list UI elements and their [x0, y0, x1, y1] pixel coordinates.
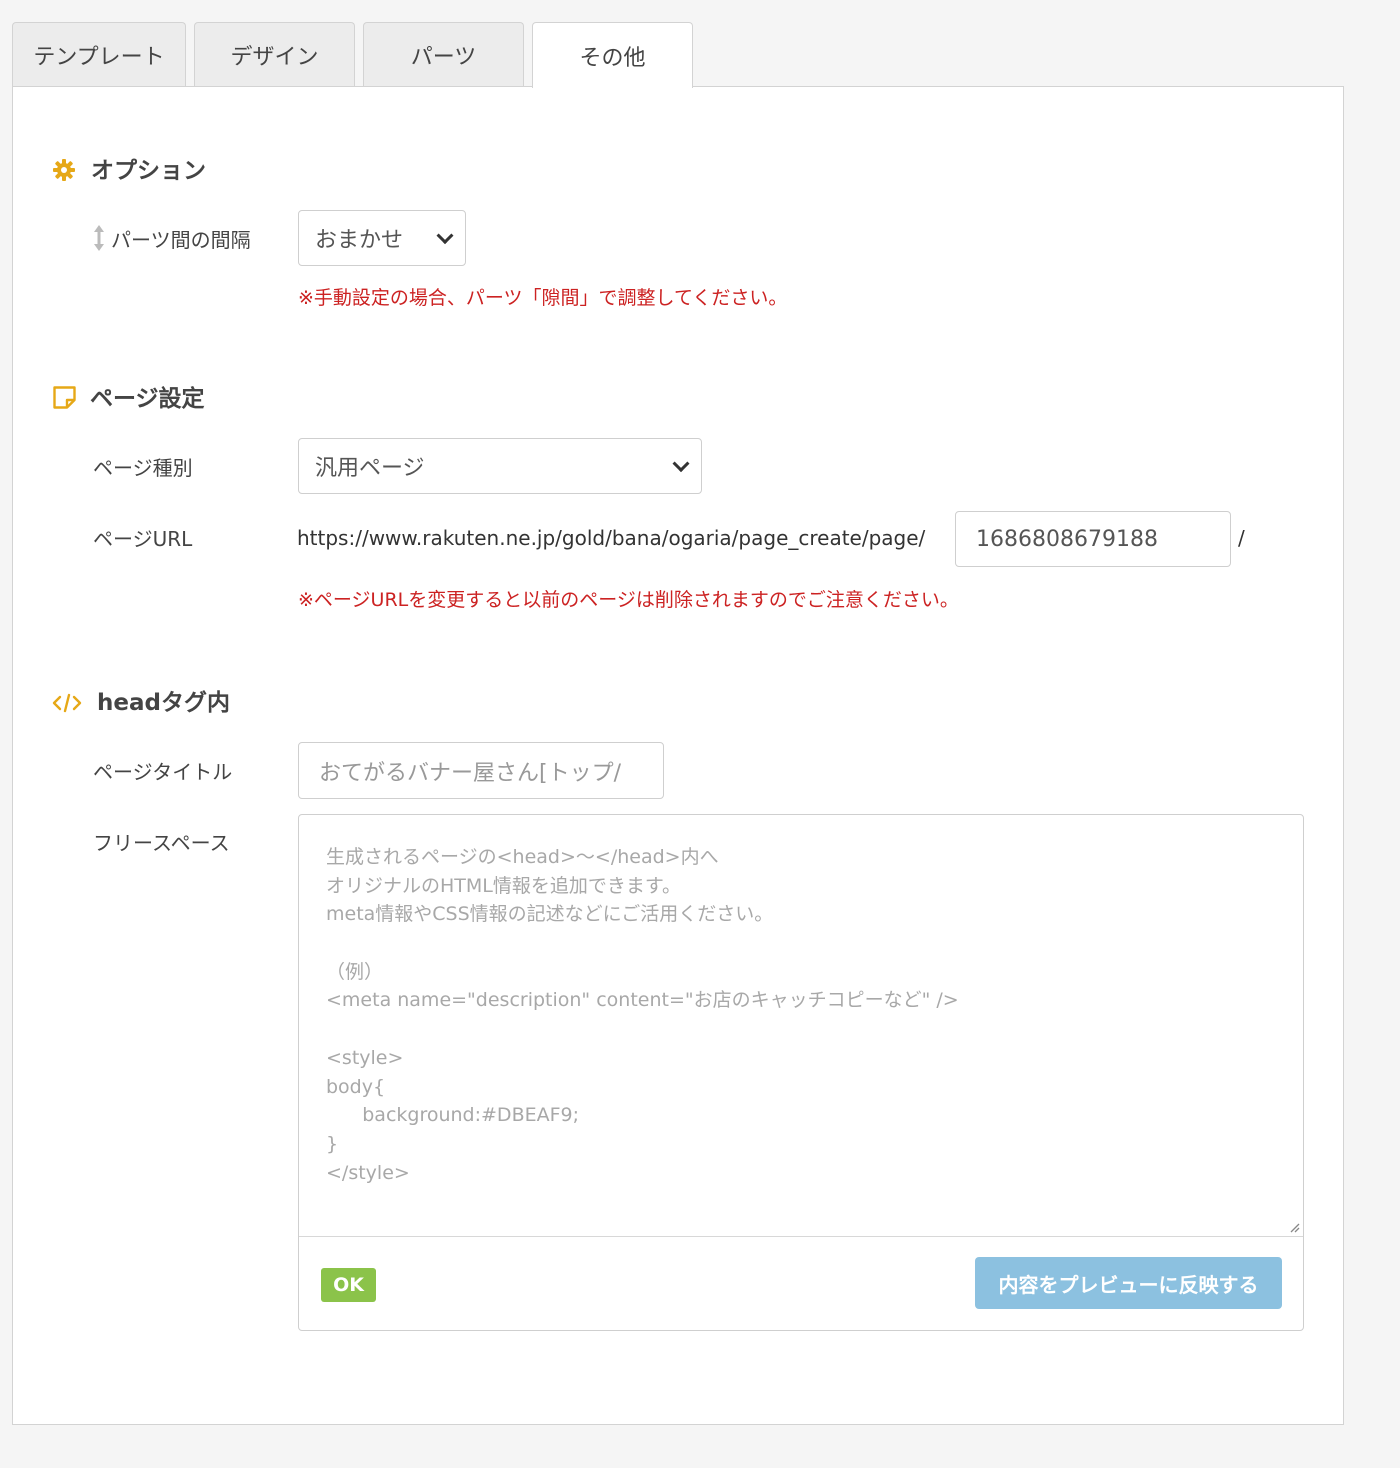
section-title-page-settings: ページ設定 — [90, 386, 205, 412]
tab-template[interactable]: テンプレート — [12, 22, 186, 87]
page-url-label: ページURL — [93, 527, 193, 551]
spacing-select-value: おまかせ — [315, 228, 404, 253]
section-title-head-tag: headタグ内 — [97, 690, 230, 716]
placeholder-line: <style> — [326, 1046, 404, 1069]
resize-handle-icon[interactable] — [1288, 1221, 1300, 1233]
page-icon — [53, 386, 76, 409]
page-url-prefix: https://www.rakuten.ne.jp/gold/bana/ogar… — [297, 526, 926, 550]
placeholder-line — [326, 929, 1303, 958]
tab-design[interactable]: デザイン — [194, 22, 355, 87]
spacing-note: ※手動設定の場合、パーツ「隙間」で調整してください。 — [298, 287, 788, 309]
apply-to-preview-button[interactable]: 内容をプレビューに反映する — [975, 1257, 1282, 1309]
chevron-down-icon — [436, 227, 454, 245]
page-url-suffix: / — [1238, 526, 1245, 550]
vertical-arrows-icon — [94, 225, 104, 251]
page-title-input[interactable]: おてがるバナー屋さん[トップ/ — [298, 742, 664, 799]
placeholder-line: } — [326, 1132, 339, 1155]
placeholder-line: </style> — [326, 1161, 410, 1184]
placeholder-line: background:#DBEAF9; — [326, 1104, 580, 1127]
page-url-input[interactable]: 1686808679188 — [955, 511, 1231, 567]
code-icon — [52, 693, 82, 713]
ok-badge: OK — [321, 1268, 376, 1302]
tab-bar: テンプレート デザイン パーツ その他 — [12, 22, 693, 88]
placeholder-line: オリジナルのHTML情報を追加できます。 — [326, 874, 681, 897]
settings-panel: オプション パーツ間の間隔 おまかせ ※手動設定の場合、パーツ「隙間」で調整して… — [12, 86, 1344, 1425]
placeholder-line: meta情報やCSS情報の記述などにご活用ください。 — [326, 903, 774, 926]
placeholder-line: <meta name="description" content="お店のキャッ… — [326, 989, 959, 1012]
page-title-label: ページタイトル — [93, 760, 233, 784]
free-space-box: 生成されるページの<head>〜</head>内へ オリジナルのHTML情報を追… — [298, 814, 1304, 1331]
section-title-options: オプション — [91, 158, 206, 184]
tab-other[interactable]: その他 — [532, 22, 693, 88]
page-type-label: ページ種別 — [93, 456, 193, 480]
page-url-note: ※ページURLを変更すると以前のページは削除されますのでご注意ください。 — [298, 589, 959, 611]
gear-icon — [53, 159, 75, 181]
placeholder-line: 生成されるページの<head>〜</head>内へ — [326, 846, 719, 868]
page-type-select-value: 汎用ページ — [315, 456, 425, 481]
placeholder-line — [326, 1015, 1303, 1044]
page-type-select[interactable]: 汎用ページ — [298, 438, 702, 494]
chevron-down-icon — [672, 455, 690, 473]
tab-parts[interactable]: パーツ — [363, 22, 524, 87]
spacing-select[interactable]: おまかせ — [298, 210, 466, 266]
free-space-textarea[interactable]: 生成されるページの<head>〜</head>内へ オリジナルのHTML情報を追… — [299, 815, 1303, 1237]
placeholder-line: （例） — [326, 960, 384, 983]
free-space-label: フリースペース — [93, 831, 230, 855]
spacing-label: パーツ間の間隔 — [111, 228, 251, 252]
placeholder-line: body{ — [326, 1075, 386, 1098]
